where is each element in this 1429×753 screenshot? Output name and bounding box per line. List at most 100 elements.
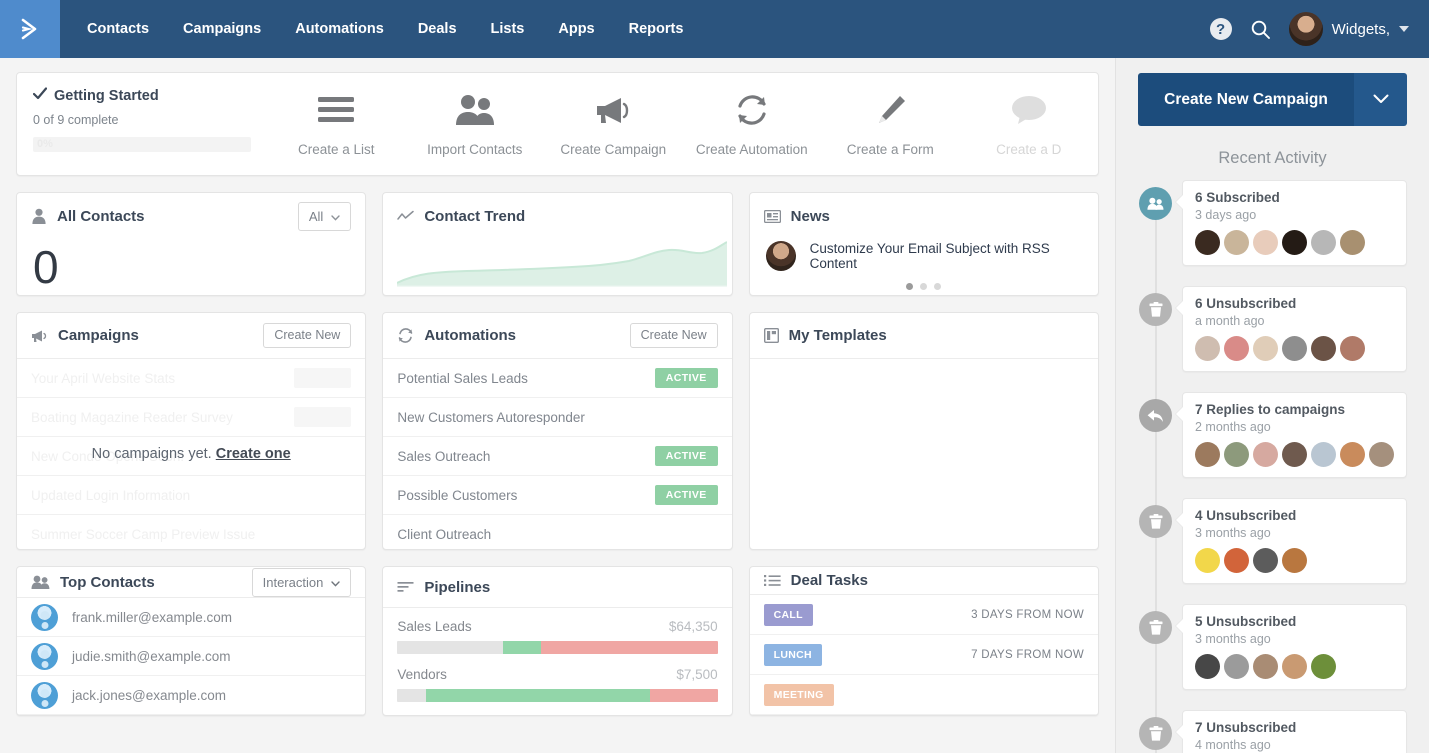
search-icon[interactable] [1250, 19, 1271, 40]
carousel-dot-1[interactable] [906, 283, 913, 290]
campaigns-create-new-button[interactable]: Create New [263, 323, 351, 348]
contact-row[interactable]: jack.jones@example.com [17, 676, 365, 715]
campaigns-ghost-row: Summer Soccer Camp Preview Issue [17, 515, 365, 549]
avatar [1224, 230, 1249, 255]
avatar [1311, 654, 1336, 679]
app-logo[interactable] [0, 0, 60, 58]
task-type-badge: MEETING [764, 684, 834, 706]
create-campaign-dropdown-button[interactable] [1354, 73, 1407, 126]
activity-time: 3 months ago [1195, 632, 1394, 646]
automation-row[interactable]: New Customers Autoresponder [383, 398, 731, 437]
status-badge: ACTIVE [655, 446, 718, 466]
step-create-campaign[interactable]: Create Campaign [544, 91, 683, 157]
avatar [1253, 548, 1278, 573]
contact-trend-header: Contact Trend [383, 193, 731, 239]
automation-row[interactable]: Possible Customers ACTIVE [383, 476, 731, 515]
activity-item[interactable]: 6 Unsubscribed a month ago [1182, 286, 1407, 372]
nav-item-contacts[interactable]: Contacts [70, 0, 166, 58]
nav-item-apps[interactable]: Apps [541, 0, 611, 58]
pipeline-segment-gray [397, 689, 426, 702]
activity-item[interactable]: 5 Unsubscribed 3 months ago [1182, 604, 1407, 690]
chevron-down-icon [331, 576, 340, 589]
avatar [1282, 442, 1307, 467]
activity-timeline: 6 Subscribed 3 days ago [1138, 180, 1407, 753]
person-icon [31, 208, 47, 224]
campaigns-create-one-link[interactable]: Create one [216, 446, 291, 462]
template-icon [764, 328, 779, 343]
task-row[interactable]: LUNCH 7 DAYS FROM NOW [750, 635, 1098, 675]
top-contacts-header: Top Contacts Interaction [17, 567, 365, 598]
news-headline[interactable]: Customize Your Email Subject with RSS Co… [810, 241, 1082, 271]
activity-time: 3 months ago [1195, 526, 1394, 540]
activity-avatars [1195, 442, 1394, 467]
task-due: 7 DAYS FROM NOW [971, 649, 1084, 661]
help-icon[interactable]: ? [1210, 18, 1232, 40]
automation-row[interactable]: Sales Outreach ACTIVE [383, 437, 731, 476]
pipeline-name: Vendors [397, 667, 447, 682]
activity-time: 2 months ago [1195, 420, 1394, 434]
pipelines-title: Pipelines [424, 579, 490, 596]
automations-create-new-button[interactable]: Create New [630, 323, 718, 348]
pipeline-segment-red [650, 689, 717, 702]
create-new-campaign-button[interactable]: Create New Campaign [1138, 73, 1354, 126]
activity-avatars [1195, 548, 1394, 573]
nav-item-automations[interactable]: Automations [278, 0, 401, 58]
progress-percent-label: 0% [37, 138, 53, 150]
all-contacts-card: All Contacts All 0 [16, 192, 366, 296]
nav-item-campaigns[interactable]: Campaigns [166, 0, 278, 58]
nav-item-reports[interactable]: Reports [612, 0, 701, 58]
contact-trend-card: Contact Trend [382, 192, 732, 296]
avatar [1195, 442, 1220, 467]
top-contacts-sort-dropdown[interactable]: Interaction [252, 568, 352, 597]
activity-item[interactable]: 7 Unsubscribed 4 months ago [1182, 710, 1407, 753]
contact-email: judie.smith@example.com [72, 649, 231, 664]
pipeline-row[interactable]: Sales Leads $64,350 [397, 619, 717, 654]
chevron-right-logo-icon [15, 14, 45, 44]
step-label: Create a Form [847, 142, 934, 157]
all-contacts-col: All Contacts All 0 [16, 192, 366, 296]
activity-item[interactable]: 7 Replies to campaigns 2 months ago [1182, 392, 1407, 478]
campaigns-title: Campaigns [58, 327, 139, 344]
chevron-down-icon [1399, 26, 1409, 32]
deal-tasks-header: Deal Tasks [750, 567, 1098, 595]
avatar [31, 604, 58, 631]
avatar [1195, 548, 1220, 573]
activity-item[interactable]: 6 Subscribed 3 days ago [1182, 180, 1407, 266]
nav-item-deals[interactable]: Deals [401, 0, 474, 58]
carousel-dot-2[interactable] [920, 283, 927, 290]
nav-right-group: ? Widgets, [1210, 12, 1429, 46]
contact-row[interactable]: judie.smith@example.com [17, 637, 365, 676]
contact-row[interactable]: frank.miller@example.com [17, 598, 365, 637]
activity-item[interactable]: 4 Unsubscribed 3 months ago [1182, 498, 1407, 584]
step-create-automation[interactable]: Create Automation [683, 91, 822, 157]
pipeline-row[interactable]: Vendors $7,500 [397, 667, 717, 702]
automation-row[interactable]: Potential Sales Leads ACTIVE [383, 359, 731, 398]
check-icon [33, 87, 47, 104]
chevron-down-icon [331, 210, 340, 223]
deal-tasks-card: Deal Tasks CALL 3 DAYS FROM NOW LUNCH 7 … [749, 566, 1099, 716]
chevron-down-icon [1373, 91, 1389, 109]
activity-avatars [1195, 654, 1394, 679]
automation-row[interactable]: Client Outreach [383, 515, 731, 549]
step-import-contacts[interactable]: Import Contacts [406, 91, 545, 157]
step-create-a-list[interactable]: Create a List [267, 91, 406, 157]
top-contacts-title: Top Contacts [60, 574, 155, 591]
automation-name: New Customers Autoresponder [397, 410, 585, 425]
getting-started-count: 0 of 9 complete [33, 113, 251, 127]
pencil-icon [873, 91, 907, 129]
nav-item-lists[interactable]: Lists [474, 0, 542, 58]
automation-name: Client Outreach [397, 527, 491, 542]
step-create-a-form[interactable]: Create a Form [821, 91, 960, 157]
top-contacts-card: Top Contacts Interaction frank.miller@ex… [16, 566, 366, 716]
avatar [1340, 442, 1365, 467]
news-item[interactable]: Customize Your Email Subject with RSS Co… [750, 241, 1098, 271]
campaigns-list: Your April Website Stats DRAFT Boating M… [17, 359, 365, 549]
account-menu[interactable]: Widgets, [1289, 12, 1409, 46]
contacts-filter-dropdown[interactable]: All [298, 202, 351, 231]
avatar [1282, 230, 1307, 255]
task-row[interactable]: CALL 3 DAYS FROM NOW [750, 595, 1098, 635]
step-create-a-deal[interactable]: Create a D [960, 91, 1099, 157]
task-row[interactable]: MEETING [750, 675, 1098, 715]
speech-bubble-icon [1009, 91, 1049, 129]
carousel-dot-3[interactable] [934, 283, 941, 290]
